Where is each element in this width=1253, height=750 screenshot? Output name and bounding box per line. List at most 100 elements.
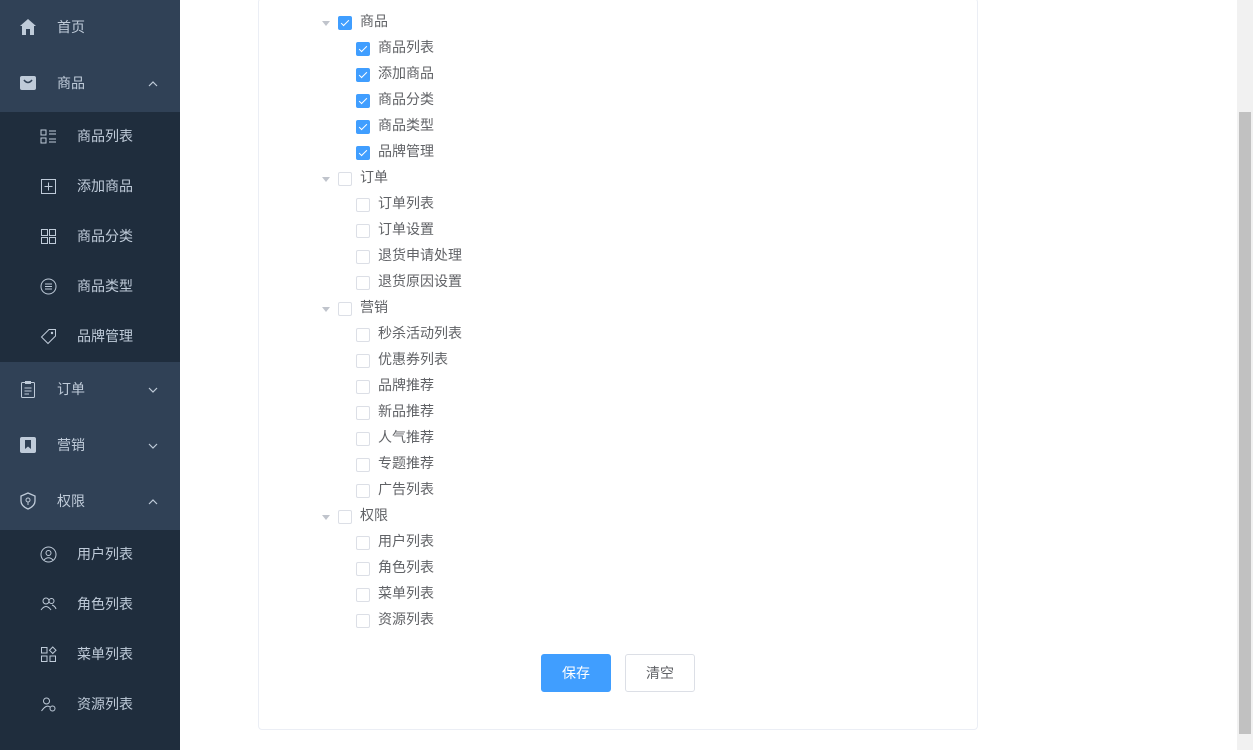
- save-button[interactable]: 保存: [541, 654, 611, 692]
- tree-checkbox[interactable]: [356, 250, 370, 264]
- tree-node-label: 菜单列表: [378, 586, 434, 602]
- shopping-bag-icon: [19, 74, 37, 92]
- tree-checkbox[interactable]: [356, 354, 370, 368]
- tree-node-label: 新品推荐: [378, 404, 434, 420]
- scrollbar-thumb[interactable]: [1239, 112, 1251, 734]
- menu-goods-type[interactable]: 商品类型: [0, 262, 180, 312]
- tree-checkbox-permission[interactable]: [338, 510, 352, 524]
- menu-marketing-label: 营销: [57, 438, 85, 454]
- caret-down-icon[interactable]: [322, 515, 330, 520]
- menu-goods-list-label: 商品列表: [77, 129, 133, 145]
- menu-brand-label: 品牌管理: [77, 329, 133, 345]
- caret-down-icon[interactable]: [322, 21, 330, 26]
- menu-menu-list-label: 菜单列表: [77, 647, 133, 663]
- tree-node-label: 订单: [360, 170, 388, 186]
- sidebar: 首页 商品 商品列表 添加商品 商品分类 商品类型 品牌管理 订单 营销 权限 …: [0, 0, 180, 750]
- tree-checkbox[interactable]: [356, 614, 370, 628]
- bookmark-icon: [19, 436, 37, 454]
- tree-node-label: 退货申请处理: [378, 248, 462, 264]
- tree-checkbox[interactable]: [356, 146, 370, 160]
- tree-checkbox-marketing[interactable]: [338, 302, 352, 316]
- apps-icon: [40, 646, 57, 663]
- tree-checkbox[interactable]: [356, 536, 370, 550]
- tree-node-label: 广告列表: [378, 482, 434, 498]
- menu-menu-list[interactable]: 菜单列表: [0, 630, 180, 680]
- menu-goods-label: 商品: [57, 76, 85, 92]
- tree-node-label: 营销: [360, 300, 388, 316]
- tree-checkbox[interactable]: [356, 406, 370, 420]
- tree-checkbox[interactable]: [356, 562, 370, 576]
- users-icon: [40, 596, 57, 613]
- tree-checkbox[interactable]: [356, 328, 370, 342]
- tree-node-label: 人气推荐: [378, 430, 434, 446]
- tree-node-label: 商品列表: [378, 40, 434, 56]
- user-settings-icon: [40, 696, 57, 713]
- menu-resource-list-label: 资源列表: [77, 697, 133, 713]
- tree-node-label: 专题推荐: [378, 456, 434, 472]
- tree-checkbox[interactable]: [356, 224, 370, 238]
- menu-goods-type-label: 商品类型: [77, 279, 133, 295]
- menu-add-goods-label: 添加商品: [77, 179, 133, 195]
- grid-icon: [40, 228, 57, 245]
- chevron-down-icon: [148, 385, 158, 395]
- tree-checkbox[interactable]: [356, 588, 370, 602]
- tree-checkbox[interactable]: [356, 458, 370, 472]
- tree-checkbox[interactable]: [356, 198, 370, 212]
- tree-checkbox[interactable]: [356, 120, 370, 134]
- tree-checkbox[interactable]: [356, 42, 370, 56]
- tree-checkbox[interactable]: [356, 432, 370, 446]
- menu-permission-label: 权限: [57, 494, 85, 510]
- tree-node-label: 添加商品: [378, 66, 434, 82]
- menu-home-label: 首页: [57, 20, 85, 36]
- caret-down-icon[interactable]: [322, 307, 330, 312]
- shield-icon: [19, 492, 37, 510]
- tree-node-label: 用户列表: [378, 534, 434, 550]
- tree-checkbox[interactable]: [356, 484, 370, 498]
- chevron-up-icon: [148, 79, 158, 89]
- user-circle-icon: [40, 546, 57, 563]
- menu-brand[interactable]: 品牌管理: [0, 312, 180, 362]
- tree-node-label: 订单列表: [378, 196, 434, 212]
- tree-checkbox[interactable]: [356, 94, 370, 108]
- menu-add-goods[interactable]: 添加商品: [0, 162, 180, 212]
- add-square-icon: [40, 178, 57, 195]
- chevron-down-icon: [148, 441, 158, 451]
- menu-order-label: 订单: [57, 382, 85, 398]
- tree-checkbox[interactable]: [356, 276, 370, 290]
- tree-node-label: 退货原因设置: [378, 274, 462, 290]
- menu-user-list-label: 用户列表: [77, 547, 133, 563]
- home-icon: [19, 18, 37, 36]
- tree-node-label: 订单设置: [378, 222, 434, 238]
- tree-node-label: 商品分类: [378, 92, 434, 108]
- menu-permission[interactable]: 权限: [0, 474, 180, 530]
- menu-role-list-label: 角色列表: [77, 597, 133, 613]
- menu-order[interactable]: 订单: [0, 362, 180, 418]
- tree-node-label: 优惠券列表: [378, 352, 448, 368]
- tree-node-label: 品牌推荐: [378, 378, 434, 394]
- tree-checkbox[interactable]: [356, 68, 370, 82]
- tree-checkbox-order[interactable]: [338, 172, 352, 186]
- menu-resource-list[interactable]: 资源列表: [0, 680, 180, 730]
- tree-node-label: 商品类型: [378, 118, 434, 134]
- tree-node-label: 品牌管理: [378, 144, 434, 160]
- tag-icon: [40, 328, 57, 345]
- tree-node-label: 角色列表: [378, 560, 434, 576]
- tree-checkbox-goods[interactable]: [338, 16, 352, 30]
- menu-goods[interactable]: 商品: [0, 56, 180, 112]
- clipboard-icon: [19, 380, 37, 398]
- menu-goods-category-label: 商品分类: [77, 229, 133, 245]
- list-icon: [40, 128, 57, 145]
- menu-goods-list[interactable]: 商品列表: [0, 112, 180, 162]
- menu-user-list[interactable]: 用户列表: [0, 530, 180, 580]
- menu-marketing[interactable]: 营销: [0, 418, 180, 474]
- tree-checkbox[interactable]: [356, 380, 370, 394]
- menu-goods-category[interactable]: 商品分类: [0, 212, 180, 262]
- caret-down-icon[interactable]: [322, 177, 330, 182]
- clear-button[interactable]: 清空: [625, 654, 695, 692]
- tree-node-label: 商品: [360, 14, 388, 30]
- menu-role-list[interactable]: 角色列表: [0, 580, 180, 630]
- tree-node-label: 权限: [360, 508, 388, 524]
- menu-home[interactable]: 首页: [0, 0, 180, 56]
- circle-list-icon: [40, 278, 57, 295]
- chevron-up-icon: [148, 497, 158, 507]
